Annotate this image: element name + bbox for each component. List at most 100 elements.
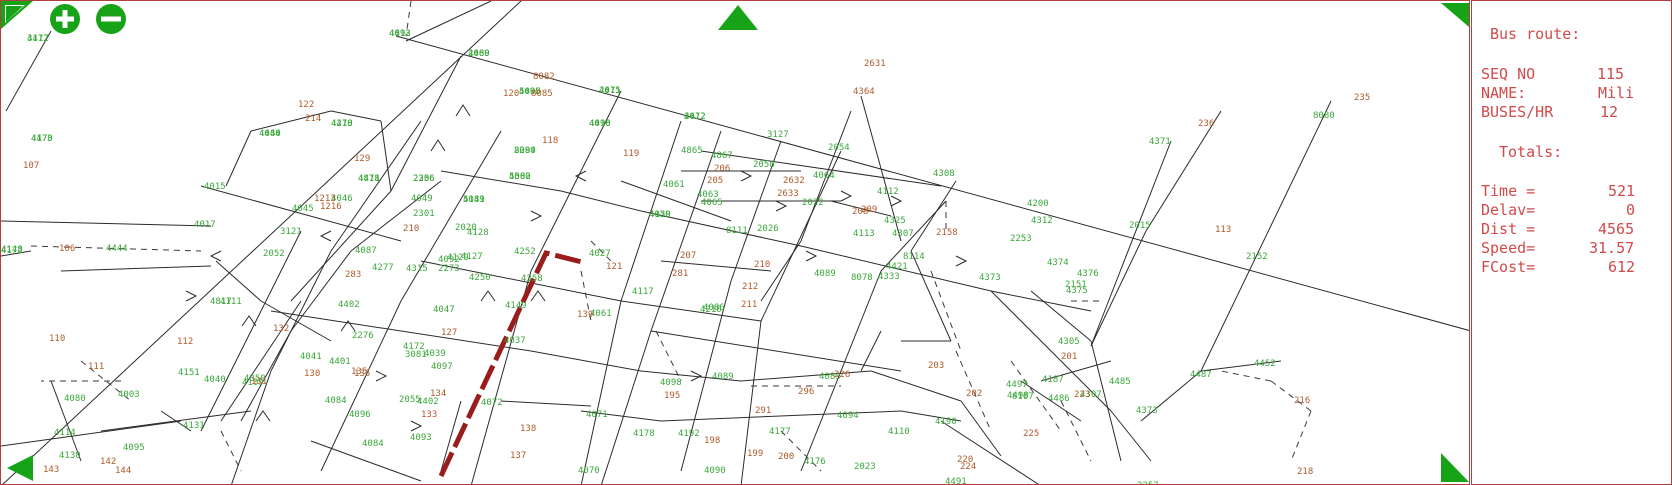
route-info-panel: Bus route: SEQ NO 115 NAME: Mili BUSES/H… [1471, 0, 1672, 485]
panel-heading: Bus route: [1490, 25, 1581, 43]
road-network[interactable]: 3112 401320694173 404442104818 2306 40824085… [1, 1, 1470, 485]
stop-label: 205 [707, 176, 723, 186]
node-label: 4867 [711, 151, 733, 161]
node-label: 2301 [413, 209, 435, 219]
node-label: 2152 [1246, 252, 1268, 262]
node-label: 4452 [1254, 359, 1276, 369]
stop-label: 207 [680, 251, 696, 261]
node-label: 4131 [183, 421, 205, 431]
node-label: 4480 [468, 49, 490, 59]
node-label: 4148 [1, 245, 23, 255]
stop-label: 211 [741, 300, 757, 310]
corner-nw-control[interactable] [1, 1, 35, 31]
node-label: 4312 [1031, 216, 1053, 226]
node-label: 4402 [338, 300, 360, 310]
stop-label: 2158 [936, 228, 958, 238]
stop-label: 203 [928, 361, 944, 371]
node-label: 4098 [660, 378, 682, 388]
node-label: 4065 [701, 198, 723, 208]
zoom-out-button[interactable] [93, 3, 131, 35]
node-label: 4375 [1066, 286, 1088, 296]
buses-value: 12 [1600, 103, 1619, 121]
fcost-label: FCost= [1481, 258, 1536, 276]
stop-label: 129 [354, 154, 370, 164]
stop-label: 214 [305, 114, 321, 124]
node-label: 4093 [410, 433, 432, 443]
node-label: 4064 [813, 171, 835, 181]
stop-label: 296 [798, 387, 814, 397]
stop-label: 113 [1215, 225, 1231, 235]
node-label: 2023 [854, 462, 876, 472]
bus-route-editor: 3112 4013 2069 4173 4044 4210 4818 2306 4082 4085… [0, 0, 1672, 485]
node-label: 4376 [1077, 269, 1099, 279]
node-label: 4371 [1149, 137, 1171, 147]
network-map[interactable]: 3112 4013 2069 4173 4044 4210 4818 2306 4082 4085… [0, 0, 1470, 485]
stop-label: 111 [88, 362, 104, 372]
buses-label: BUSES/HR [1481, 103, 1554, 121]
node-label: 4029 [649, 210, 671, 220]
node-label: 4097 [431, 362, 453, 372]
node-label: 4498 [1007, 391, 1029, 401]
node-label: 4190 [935, 417, 957, 427]
node-label: 4491 [945, 477, 967, 485]
node-label: 4487 [1190, 370, 1212, 380]
stop-label: 112 [177, 337, 193, 347]
stop-label: 235 [1354, 93, 1370, 103]
stop-label: 198 [704, 436, 720, 446]
stop-label: 119 [623, 149, 639, 159]
node-label: 4113 [853, 229, 875, 239]
node-label: 4086 [703, 303, 725, 313]
corner-ne-control[interactable] [1439, 1, 1470, 29]
node-label: 4277 [372, 263, 394, 273]
node-label: 4072 [481, 398, 503, 408]
stop-label: 134 [430, 389, 446, 399]
stop-label: 138 [520, 424, 536, 434]
stop-label: 195 [664, 391, 680, 401]
node-label: 4485 [1109, 377, 1131, 387]
node-label: 4090 [704, 466, 726, 476]
pan-left-button[interactable] [5, 453, 35, 483]
node-label: 4047 [433, 305, 455, 315]
node-label: 4070 [578, 466, 600, 476]
node-label: 4037 [504, 336, 526, 346]
node-label: 4308 [933, 169, 955, 179]
name-label: NAME: [1481, 84, 1527, 102]
time-value: 521 [1608, 182, 1636, 200]
node-label: 4477 [27, 34, 49, 44]
node-label: 3121 [280, 227, 302, 237]
node-label: 4307 [892, 229, 914, 239]
stop-label: 220 [957, 455, 973, 465]
stop-label: 283 [345, 270, 361, 280]
node-label: 8080 [1313, 111, 1335, 121]
node-label: 4252 [514, 247, 536, 257]
node-label: 4470 [31, 134, 53, 144]
pan-right-button[interactable] [1439, 451, 1470, 483]
node-label: 2299 [514, 146, 536, 156]
zoom-in-button[interactable] [47, 3, 85, 35]
node-label: 4112 [877, 187, 899, 197]
stop-label: 122 [298, 100, 314, 110]
node-label: 4151 [178, 368, 200, 378]
plus-circle-icon [50, 4, 80, 34]
node-label: 5500 [509, 172, 531, 182]
node-label: 4111 [220, 297, 242, 307]
stop-label: 200 [778, 452, 794, 462]
stop-label: 281 [672, 269, 688, 279]
pan-up-button[interactable] [717, 5, 759, 31]
stop-label: 121 [606, 262, 622, 272]
selected-bus-route[interactable] [438, 250, 587, 478]
stop-label: 223 [1074, 390, 1090, 400]
stop-label: 107 [23, 161, 39, 171]
seq-label: SEQ NO [1481, 65, 1536, 83]
node-label: 4250 [469, 273, 491, 283]
fcost-value: 612 [1608, 258, 1636, 276]
stop-label: 2632 [783, 176, 805, 186]
corner-triangle-icon [1441, 3, 1469, 27]
node-label: 4480 [259, 129, 281, 139]
node-label: 4333 [878, 272, 900, 282]
node-label: 2054 [828, 143, 850, 153]
node-label: 4192 [678, 429, 700, 439]
stop-label: 142 [100, 457, 116, 467]
node-label: 4305 [1058, 337, 1080, 347]
node-label: 4149 [505, 301, 527, 311]
